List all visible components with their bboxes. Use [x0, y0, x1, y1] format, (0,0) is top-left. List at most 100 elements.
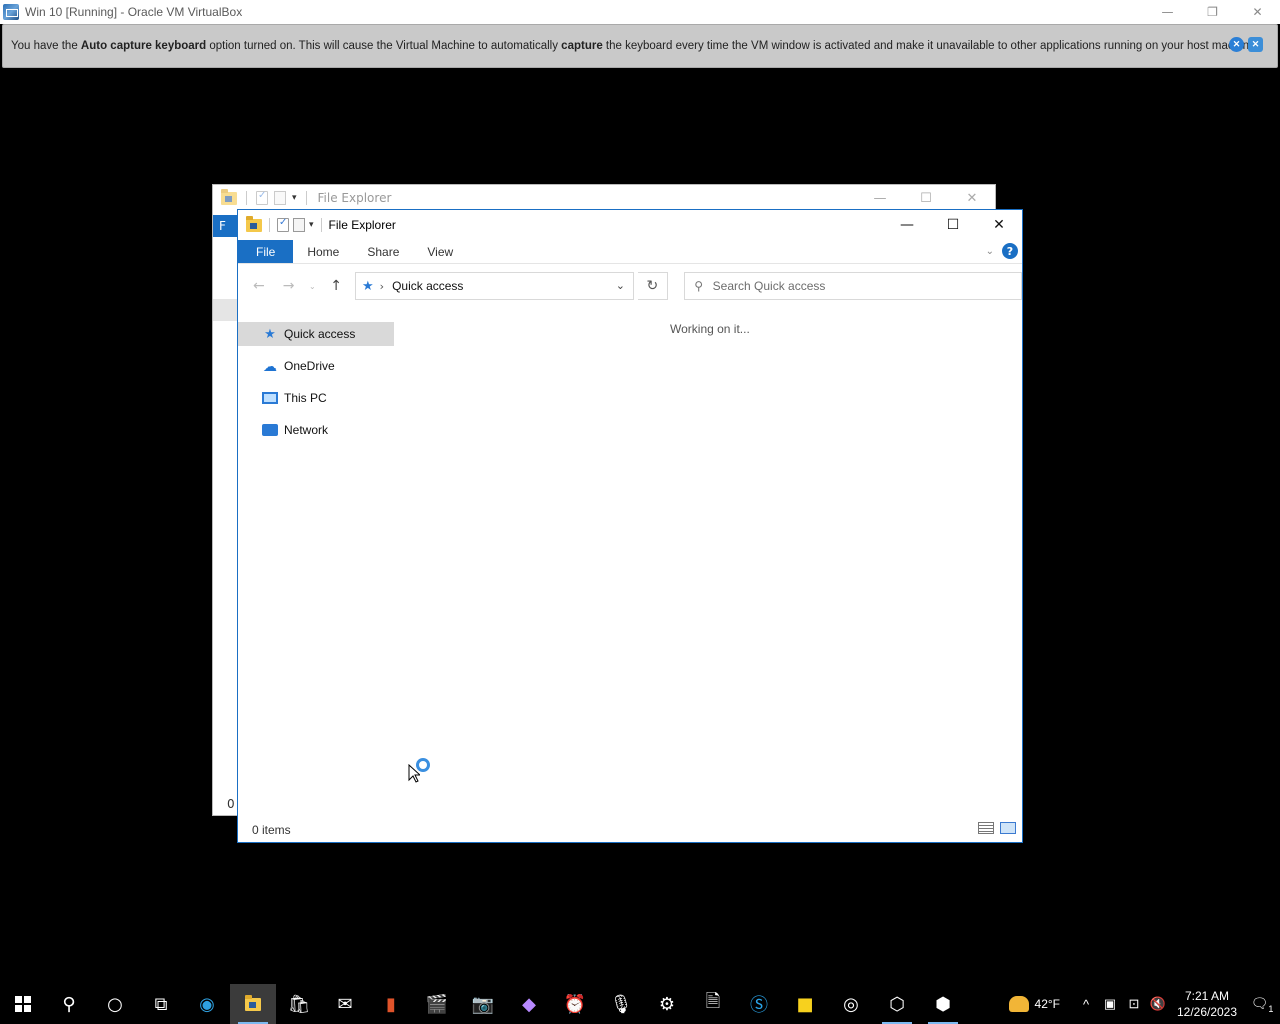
expand-ribbon-icon[interactable]: ⌄ [986, 246, 994, 257]
explorer-titlebar: ▾ File Explorer — ☐ ✕ [238, 210, 1022, 240]
address-dropdown-icon[interactable]: ⌄ [616, 279, 625, 292]
voice-recorder-icon: 🎙 [609, 993, 633, 1015]
status-bar: 0 items [238, 818, 1022, 842]
properties-icon [256, 190, 268, 205]
windows-logo-icon [15, 996, 31, 1012]
new-folder-icon [274, 191, 286, 205]
sticky-notes-icon: ■ [796, 993, 814, 1015]
window-title: File Explorer [328, 218, 396, 232]
up-button[interactable]: ↑ [323, 273, 349, 299]
temperature: 42°F [1034, 997, 1060, 1011]
search-input[interactable] [712, 279, 1013, 293]
camera-icon: 📷 [471, 993, 495, 1015]
bg-maximize-button[interactable]: ☐ [903, 185, 949, 211]
nav-item-this-pc[interactable]: This PC [238, 386, 396, 410]
star-icon: ★ [264, 326, 276, 341]
voice-recorder-button[interactable]: 🎙 [598, 984, 644, 1024]
weather-icon [1008, 996, 1029, 1012]
customize-qat-icon[interactable]: ▾ [309, 220, 314, 230]
task-view-icon: ⧉ [154, 993, 168, 1015]
details-view-icon[interactable] [978, 822, 994, 834]
back-button[interactable]: ← [246, 273, 272, 299]
bg-minimize-button[interactable]: — [857, 185, 903, 211]
content-pane[interactable]: Working on it... [396, 310, 1022, 818]
nav-item-quick-access[interactable]: ★ Quick access [238, 322, 394, 346]
edge-button[interactable]: ◉ [184, 984, 230, 1024]
file-explorer-window[interactable]: ▾ File Explorer — ☐ ✕ File Home Share Vi… [237, 209, 1023, 843]
loading-message: Working on it... [670, 322, 750, 336]
groove-icon: ◎ [843, 993, 859, 1015]
network-status-icon[interactable]: ⊡ [1122, 996, 1146, 1012]
search-button[interactable]: ⚲ [46, 984, 92, 1024]
minimize-button[interactable]: — [884, 210, 930, 240]
alarms-button[interactable]: ⏰ [552, 984, 598, 1024]
time: 7:21 AM [1184, 989, 1230, 1003]
notice-do-not-show-icon[interactable]: ✕ [1248, 37, 1263, 52]
office-button[interactable]: ▮ [368, 984, 414, 1024]
properties-icon[interactable] [277, 217, 289, 232]
taskbar: ⚲ ○ ⧉ ◉ 🛍 ✉ ▮ 🎬 📷 ◆ ⏰ 🎙 ⚙ 🗎 Ⓢ ■ ◎ ⬡ ⬢ 42… [0, 984, 1280, 1024]
vbox-window-title: Win 10 [Running] - Oracle VM VirtualBox [25, 5, 243, 19]
task-view-button[interactable]: ⧉ [138, 984, 184, 1024]
meet-now-icon[interactable]: ▣ [1098, 996, 1122, 1012]
breadcrumb-quick-access[interactable]: Quick access [392, 279, 463, 293]
alarms-icon: ⏰ [563, 993, 587, 1015]
help-icon[interactable]: ? [1002, 243, 1018, 259]
tab-view[interactable]: View [413, 240, 467, 263]
close-button[interactable]: ✕ [976, 210, 1022, 240]
address-bar[interactable]: ★ › Quick access ⌄ [355, 272, 634, 300]
file-explorer-button[interactable] [230, 984, 276, 1024]
large-icons-view-icon[interactable] [1000, 822, 1016, 834]
weather-widget[interactable]: 42°F [1008, 996, 1060, 1012]
navigation-bar: ← → ⌄ ↑ ★ › Quick access ⌄ ↻ ⚲ [238, 264, 1022, 308]
breadcrumb-separator[interactable]: › [380, 280, 384, 293]
maps-button[interactable]: ◆ [506, 984, 552, 1024]
bg-close-button[interactable]: ✕ [949, 185, 995, 211]
network-icon [262, 424, 278, 436]
start-button[interactable] [0, 984, 46, 1024]
explorer-body: ★ Quick access ☁ OneDrive This PC Networ… [238, 310, 1022, 818]
tab-file[interactable]: File [238, 240, 294, 263]
3d-viewer-button[interactable]: ⬡ [874, 984, 920, 1024]
notice-close-icon[interactable]: ✕ [1229, 37, 1244, 52]
mail-button[interactable]: ✉ [322, 984, 368, 1024]
vbox-titlebar: Win 10 [Running] - Oracle VM VirtualBox … [0, 0, 1280, 24]
action-center-icon[interactable]: 🗨1 [1244, 995, 1280, 1014]
movies-button[interactable]: 🎬 [414, 984, 460, 1024]
quick-access-star-icon: ★ [362, 278, 374, 294]
mail-icon: ✉ [337, 993, 353, 1015]
maximize-button[interactable]: ☐ [930, 210, 976, 240]
notepad-button[interactable]: 🗎 [690, 984, 736, 1024]
maps-icon: ◆ [522, 993, 536, 1015]
tab-home[interactable]: Home [293, 240, 353, 263]
nav-item-network[interactable]: Network [238, 418, 396, 442]
search-box[interactable]: ⚲ [683, 272, 1022, 300]
skype-button[interactable]: Ⓢ [736, 984, 782, 1024]
vbox-close-button[interactable]: ✕ [1235, 0, 1280, 24]
nav-item-onedrive[interactable]: ☁ OneDrive [238, 354, 396, 378]
groove-button[interactable]: ◎ [828, 984, 874, 1024]
notice-text: You have the Auto capture keyboard optio… [11, 40, 1259, 52]
forward-button[interactable]: → [276, 273, 302, 299]
store-button[interactable]: 🛍 [276, 984, 322, 1024]
clock[interactable]: 7:21 AM 12/26/2023 [1170, 988, 1244, 1020]
recent-locations-button[interactable]: ⌄ [305, 273, 319, 299]
sticky-notes-button[interactable]: ■ [782, 984, 828, 1024]
store-icon: 🛍 [287, 993, 311, 1015]
nav-item-label: Quick access [284, 327, 356, 341]
show-hidden-icons-icon[interactable]: ^ [1074, 997, 1098, 1012]
nav-item-label: This PC [284, 391, 327, 405]
refresh-button[interactable]: ↻ [637, 272, 668, 300]
settings-button[interactable]: ⚙ [644, 984, 690, 1024]
new-folder-icon[interactable] [293, 218, 305, 232]
camera-button[interactable]: 📷 [460, 984, 506, 1024]
tab-share[interactable]: Share [353, 240, 413, 263]
vbox-restore-button[interactable]: ❐ [1190, 0, 1235, 24]
bg-file-tab[interactable]: F [213, 215, 239, 237]
volume-muted-icon[interactable]: 🔇 [1146, 996, 1170, 1012]
vbox-minimize-button[interactable]: — [1145, 0, 1190, 24]
system-tray: 42°F ^ ▣ ⊡ 🔇 7:21 AM 12/26/2023 🗨1 [1008, 984, 1280, 1024]
mixed-reality-button[interactable]: ⬢ [920, 984, 966, 1024]
cortana-button[interactable]: ○ [92, 984, 138, 1024]
bg-nav-selection [213, 299, 239, 321]
